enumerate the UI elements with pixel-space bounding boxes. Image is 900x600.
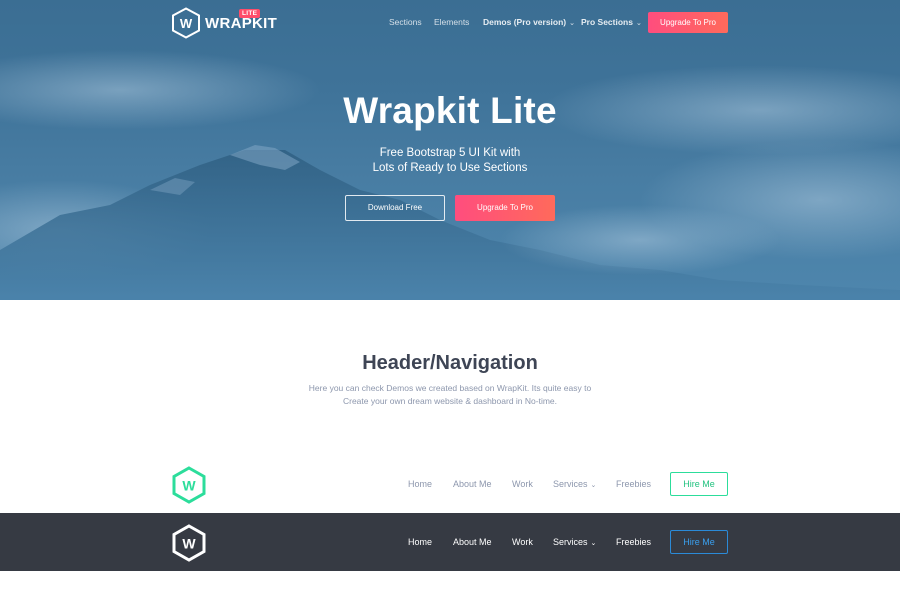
nav-link-about-me[interactable]: About Me — [453, 537, 492, 547]
nav-link-services[interactable]: Services ⌄ — [553, 537, 596, 547]
chevron-down-icon: ⌄ — [590, 540, 597, 547]
svg-text:W: W — [180, 16, 193, 31]
svg-text:W: W — [182, 536, 196, 552]
section-title: Header/Navigation — [362, 352, 538, 374]
chevron-down-icon: ⌄ — [635, 20, 642, 27]
nav-link-home[interactable]: Home — [408, 479, 432, 489]
nav-link-label: Services — [553, 479, 588, 489]
nav-link-freebies[interactable]: Freebies — [616, 537, 651, 547]
section-description-line: Here you can check Demos we created base… — [308, 383, 592, 393]
nav-link-pro-sections[interactable]: Pro Sections ⌄ — [581, 17, 642, 27]
section-description: Here you can check Demos we created base… — [0, 382, 900, 407]
lite-badge: LITE — [239, 9, 261, 18]
chevron-down-icon: ⌄ — [590, 482, 597, 489]
nav-link-label: Sections — [389, 17, 422, 27]
demo-navbar-light: W Home About Me Work Services ⌄ Freebies … — [0, 455, 900, 513]
hero-section: W WRAPKIT LITE Sections Elements Demos (… — [0, 0, 900, 300]
hero-subtitle-line: Lots of Ready to Use Sections — [372, 162, 528, 174]
nav-link-label: Pro Sections — [581, 17, 633, 27]
hero-subtitle-line: Free Bootstrap 5 UI Kit with — [379, 147, 521, 159]
nav-link-sections[interactable]: Sections — [389, 17, 422, 27]
hexagon-w-logo-icon: W — [172, 7, 200, 39]
nav-link-label: Demos (Pro version) — [483, 17, 567, 27]
nav-link-elements[interactable]: Elements — [434, 17, 469, 27]
top-navbar: W WRAPKIT LITE Sections Elements Demos (… — [0, 0, 900, 46]
nav-link-work[interactable]: Work — [512, 537, 533, 547]
upgrade-to-pro-button[interactable]: Upgrade To Pro — [648, 12, 728, 33]
hero-subtitle: Free Bootstrap 5 UI Kit with Lots of Rea… — [0, 146, 900, 176]
demo-navbar-dark: W Home About Me Work Services ⌄ Freebies … — [0, 513, 900, 571]
nav-link-home[interactable]: Home — [408, 537, 432, 547]
nav-link-about-me[interactable]: About Me — [453, 479, 492, 489]
hire-me-button[interactable]: Hire Me — [670, 530, 728, 554]
nav-link-freebies[interactable]: Freebies — [616, 479, 651, 489]
hero-title: Wrapkit Lite — [343, 90, 557, 131]
hexagon-w-logo-icon[interactable]: W — [171, 524, 207, 562]
nav-link-services[interactable]: Services ⌄ — [553, 479, 596, 489]
nav-link-work[interactable]: Work — [512, 479, 533, 489]
hero-upgrade-button[interactable]: Upgrade To Pro — [455, 195, 555, 221]
section-description-line: Create your own dream website & dashboar… — [342, 395, 558, 406]
hire-me-button[interactable]: Hire Me — [670, 472, 728, 496]
nav-link-label: Elements — [434, 17, 470, 27]
chevron-down-icon: ⌄ — [569, 20, 576, 27]
nav-link-demos[interactable]: Demos (Pro version) ⌄ — [483, 17, 575, 27]
svg-text:W: W — [182, 478, 196, 494]
brand-logo[interactable]: W WRAPKIT LITE — [171, 7, 277, 39]
download-free-button[interactable]: Download Free — [345, 195, 445, 221]
nav-link-label: Services — [553, 537, 588, 547]
hexagon-w-logo-icon[interactable]: W — [171, 466, 207, 504]
